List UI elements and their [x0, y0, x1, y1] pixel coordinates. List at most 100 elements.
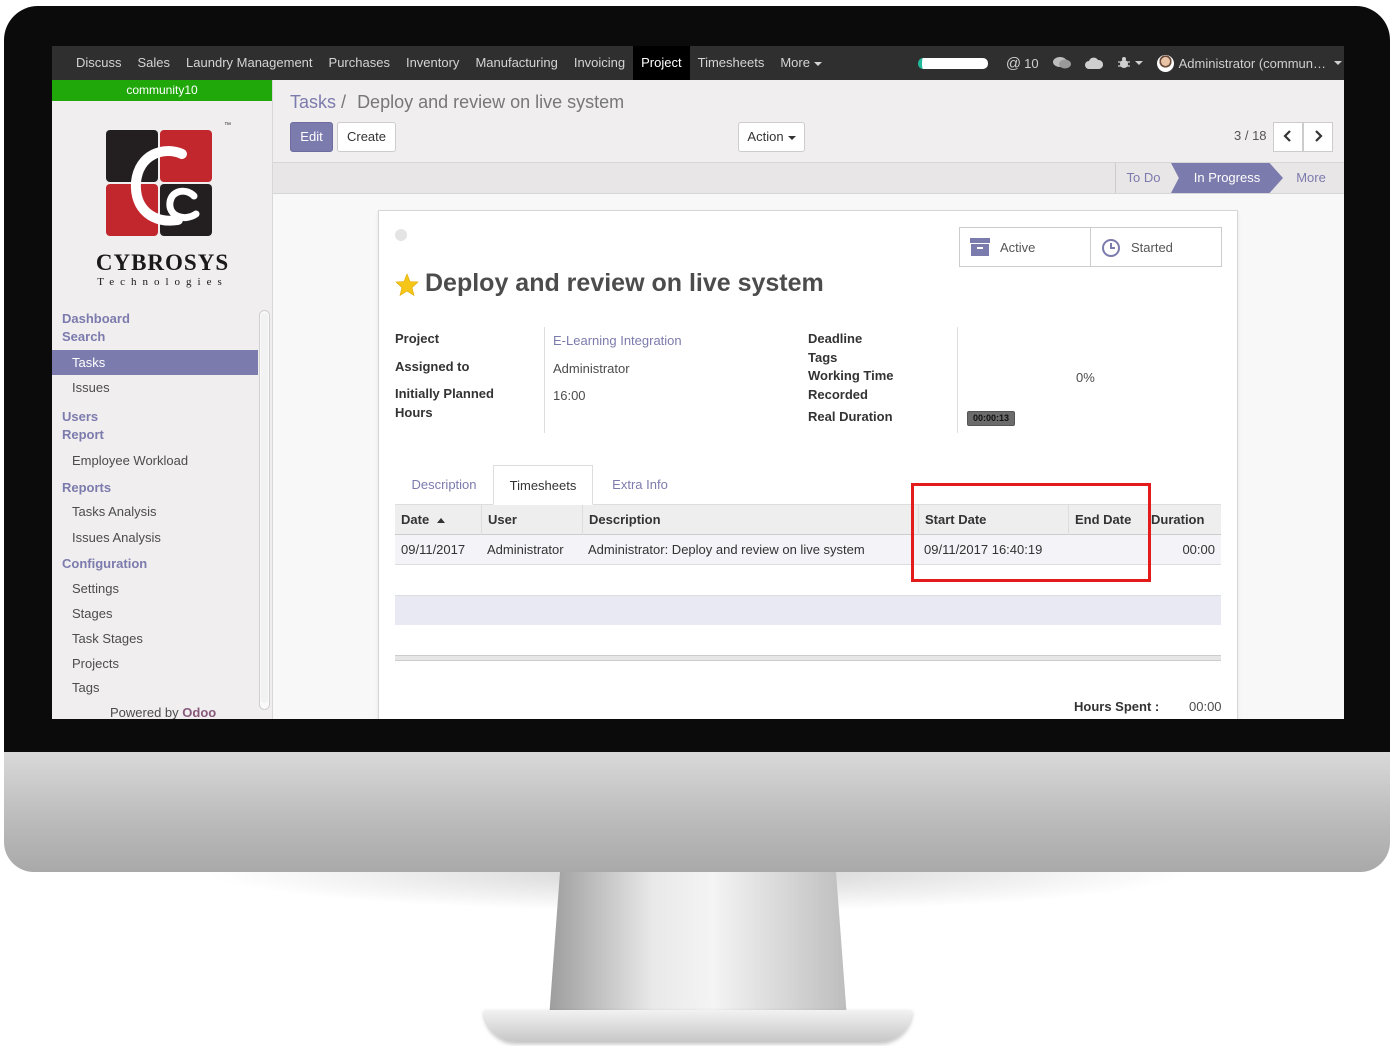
- systray: @ 10 Administrator (commun…: [917, 46, 1344, 80]
- project-value[interactable]: E-Learning Integration: [553, 333, 682, 348]
- assigned-to-value[interactable]: Administrator: [553, 361, 630, 376]
- hours-spent-label: Hours Spent :: [1074, 699, 1160, 714]
- menu-sales[interactable]: Sales: [130, 46, 179, 80]
- scrollbar-thumb[interactable]: [261, 313, 268, 703]
- monitor-stand-neck: [548, 872, 848, 1032]
- menu-inventory[interactable]: Inventory: [398, 46, 467, 80]
- sidebar-header-reports[interactable]: Reports: [52, 479, 258, 497]
- assigned-to-label: Assigned to: [395, 359, 470, 374]
- kanban-state-dot[interactable]: [395, 229, 407, 241]
- breadcrumb-tasks[interactable]: Tasks: [290, 92, 336, 112]
- sidebar-item-stages[interactable]: Stages: [52, 601, 258, 626]
- stage-in-progress[interactable]: In Progress: [1171, 163, 1283, 193]
- menu-more[interactable]: More: [772, 46, 830, 80]
- sidebar-header-report[interactable]: Report: [52, 426, 258, 444]
- cell-description: Administrator: Deploy and review on live…: [588, 542, 865, 557]
- breadcrumb-separator: /: [341, 92, 347, 112]
- screen: Discuss Sales Laundry Management Purchas…: [52, 46, 1344, 719]
- stage-statusbar: To Do In Progress More: [273, 162, 1344, 194]
- tab-description[interactable]: Description: [395, 465, 493, 505]
- sidebar: community10 ™ CYBROSYS Technologies Dash…: [52, 80, 273, 719]
- chevron-down-icon: [787, 135, 796, 140]
- cell-user: Administrator: [487, 542, 564, 557]
- user-name: Administrator (commun…: [1178, 55, 1326, 71]
- debug-bug-icon[interactable]: [1117, 56, 1143, 70]
- create-button[interactable]: Create: [337, 122, 396, 152]
- sidebar-item-tasks-analysis[interactable]: Tasks Analysis: [52, 499, 258, 524]
- powered-by-text: Powered by: [110, 705, 179, 719]
- menu-project[interactable]: Project: [633, 46, 690, 80]
- next-record-button[interactable]: [1303, 122, 1333, 152]
- hours-spent-value: 00:00: [1189, 699, 1222, 714]
- sidebar-item-issues[interactable]: Issues: [52, 375, 258, 400]
- column-date[interactable]: Date: [395, 505, 481, 535]
- stage-todo[interactable]: To Do: [1115, 163, 1171, 193]
- sidebar-item-tasks[interactable]: Tasks: [52, 350, 258, 375]
- mentions-button[interactable]: @ 10: [1006, 55, 1039, 72]
- chevron-down-icon: [813, 61, 822, 66]
- column-user[interactable]: User: [481, 505, 582, 535]
- sidebar-header-search[interactable]: Search: [52, 328, 258, 346]
- sidebar-item-task-stages[interactable]: Task Stages: [52, 626, 258, 651]
- sidebar-item-projects[interactable]: Projects: [52, 651, 258, 676]
- planned-hours-label-line2: Hours: [395, 405, 433, 420]
- field-separator: [957, 327, 958, 433]
- app-menu: Discuss Sales Laundry Management Purchas…: [68, 46, 830, 80]
- real-duration-timer: 00:00:13: [967, 411, 1015, 426]
- column-duration[interactable]: Duration: [1145, 505, 1221, 535]
- real-duration-label: Real Duration: [808, 409, 893, 424]
- tab-timesheets[interactable]: Timesheets: [493, 465, 593, 505]
- working-time-label-line1: Working Time: [808, 368, 894, 383]
- chat-icon[interactable]: [1052, 56, 1071, 70]
- archive-icon: [970, 238, 990, 256]
- form-content: Active Started Deploy and review on live…: [273, 194, 1344, 719]
- pager-value: 3 / 18: [1234, 128, 1267, 143]
- menu-purchases[interactable]: Purchases: [321, 46, 398, 80]
- odoo-link[interactable]: Odoo: [182, 705, 216, 719]
- breadcrumb: Tasks / Deploy and review on live system: [290, 92, 624, 113]
- clock-icon: [1102, 239, 1120, 257]
- column-date-label: Date: [401, 512, 430, 527]
- stage-more[interactable]: More: [1285, 163, 1337, 193]
- user-menu[interactable]: Administrator (commun…: [1156, 54, 1342, 72]
- cloud-icon[interactable]: [1084, 57, 1103, 70]
- trademark-symbol: ™: [224, 122, 231, 129]
- sidebar-item-employee-workload[interactable]: Employee Workload: [52, 448, 258, 473]
- top-navbar: Discuss Sales Laundry Management Purchas…: [52, 46, 1344, 80]
- started-stat-button[interactable]: Started: [1090, 227, 1222, 267]
- sidebar-item-tags[interactable]: Tags: [52, 676, 258, 695]
- sidebar-header-configuration[interactable]: Configuration: [52, 555, 258, 573]
- action-label: Action: [747, 129, 784, 144]
- planned-hours-value[interactable]: 16:00: [553, 388, 586, 403]
- chevron-right-icon: [1315, 130, 1323, 142]
- sidebar-header-users[interactable]: Users: [52, 408, 258, 426]
- column-description[interactable]: Description: [582, 505, 918, 535]
- menu-more-label: More: [780, 55, 810, 70]
- breadcrumb-current: Deploy and review on live system: [357, 92, 625, 112]
- add-line-row[interactable]: [395, 595, 1221, 625]
- sidebar-scrollbar[interactable]: [259, 310, 270, 710]
- database-name: community10: [52, 80, 272, 101]
- action-button[interactable]: Action: [738, 122, 805, 152]
- loading-progress-bar: [917, 57, 988, 69]
- sidebar-header-dashboard[interactable]: Dashboard: [52, 310, 258, 328]
- active-stat-button[interactable]: Active: [959, 227, 1091, 267]
- chevron-left-icon: [1283, 130, 1291, 142]
- favorite-star-icon[interactable]: [395, 273, 419, 297]
- menu-timesheets[interactable]: Timesheets: [690, 46, 773, 80]
- menu-discuss[interactable]: Discuss: [68, 46, 130, 80]
- menu-laundry-management[interactable]: Laundry Management: [178, 46, 320, 80]
- brand-tagline: Technologies: [97, 276, 228, 288]
- sidebar-item-issues-analysis[interactable]: Issues Analysis: [52, 525, 258, 550]
- cell-date: 09/11/2017: [401, 542, 466, 557]
- edit-button[interactable]: Edit: [290, 122, 333, 152]
- started-label: Started: [1131, 240, 1173, 255]
- form-sheet: Active Started Deploy and review on live…: [378, 210, 1238, 719]
- menu-manufacturing[interactable]: Manufacturing: [467, 46, 565, 80]
- menu-invoicing[interactable]: Invoicing: [566, 46, 633, 80]
- project-label: Project: [395, 331, 440, 346]
- sidebar-item-settings[interactable]: Settings: [52, 576, 258, 601]
- tab-extra-info[interactable]: Extra Info: [593, 465, 687, 505]
- powered-by: Powered by Odoo: [110, 705, 216, 719]
- previous-record-button[interactable]: [1273, 122, 1303, 152]
